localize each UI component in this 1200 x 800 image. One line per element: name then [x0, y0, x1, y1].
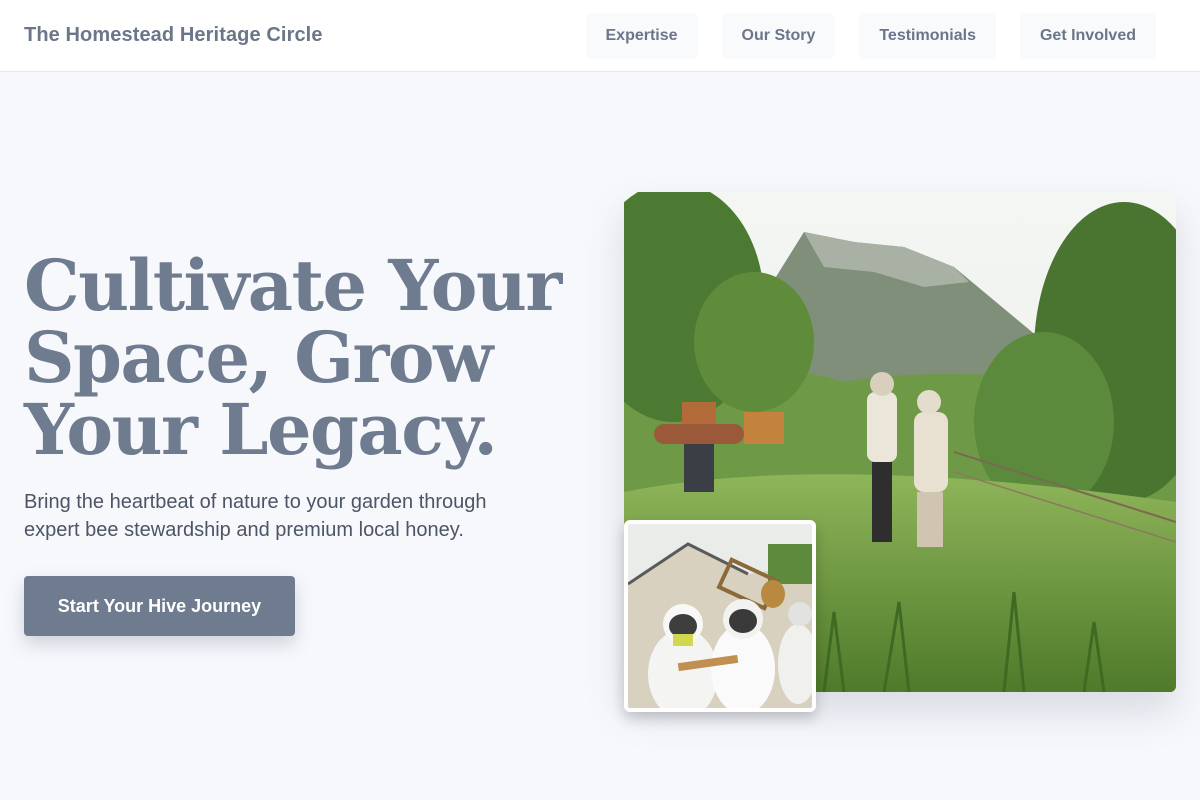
- start-hive-journey-button[interactable]: Start Your Hive Journey: [24, 576, 295, 636]
- site-header: The Homestead Heritage Circle Expertise …: [0, 0, 1200, 72]
- nav-link-our-story[interactable]: Our Story: [721, 12, 836, 59]
- hero-title-line-1: Cultivate Your: [24, 244, 562, 327]
- hero-title-line-2: Space, Grow: [24, 316, 493, 399]
- brand-logo-text[interactable]: The Homestead Heritage Circle: [24, 24, 323, 47]
- honeycomb-photo-illustration: [628, 524, 812, 708]
- nav-link-testimonials[interactable]: Testimonials: [859, 12, 996, 59]
- nav-link-get-involved[interactable]: Get Involved: [1019, 12, 1156, 59]
- hero-title-line-3: Your Legacy.: [24, 388, 498, 471]
- hero-subtitle: Bring the heartbeat of nature to your ga…: [24, 491, 487, 541]
- honeycomb-frame-image: [624, 520, 816, 712]
- hero-title: Cultivate Your Space, Grow Your Legacy.: [24, 250, 584, 466]
- nav-link-expertise[interactable]: Expertise: [585, 12, 698, 59]
- main-nav: Expertise Our Story Testimonials Get Inv…: [585, 12, 1156, 59]
